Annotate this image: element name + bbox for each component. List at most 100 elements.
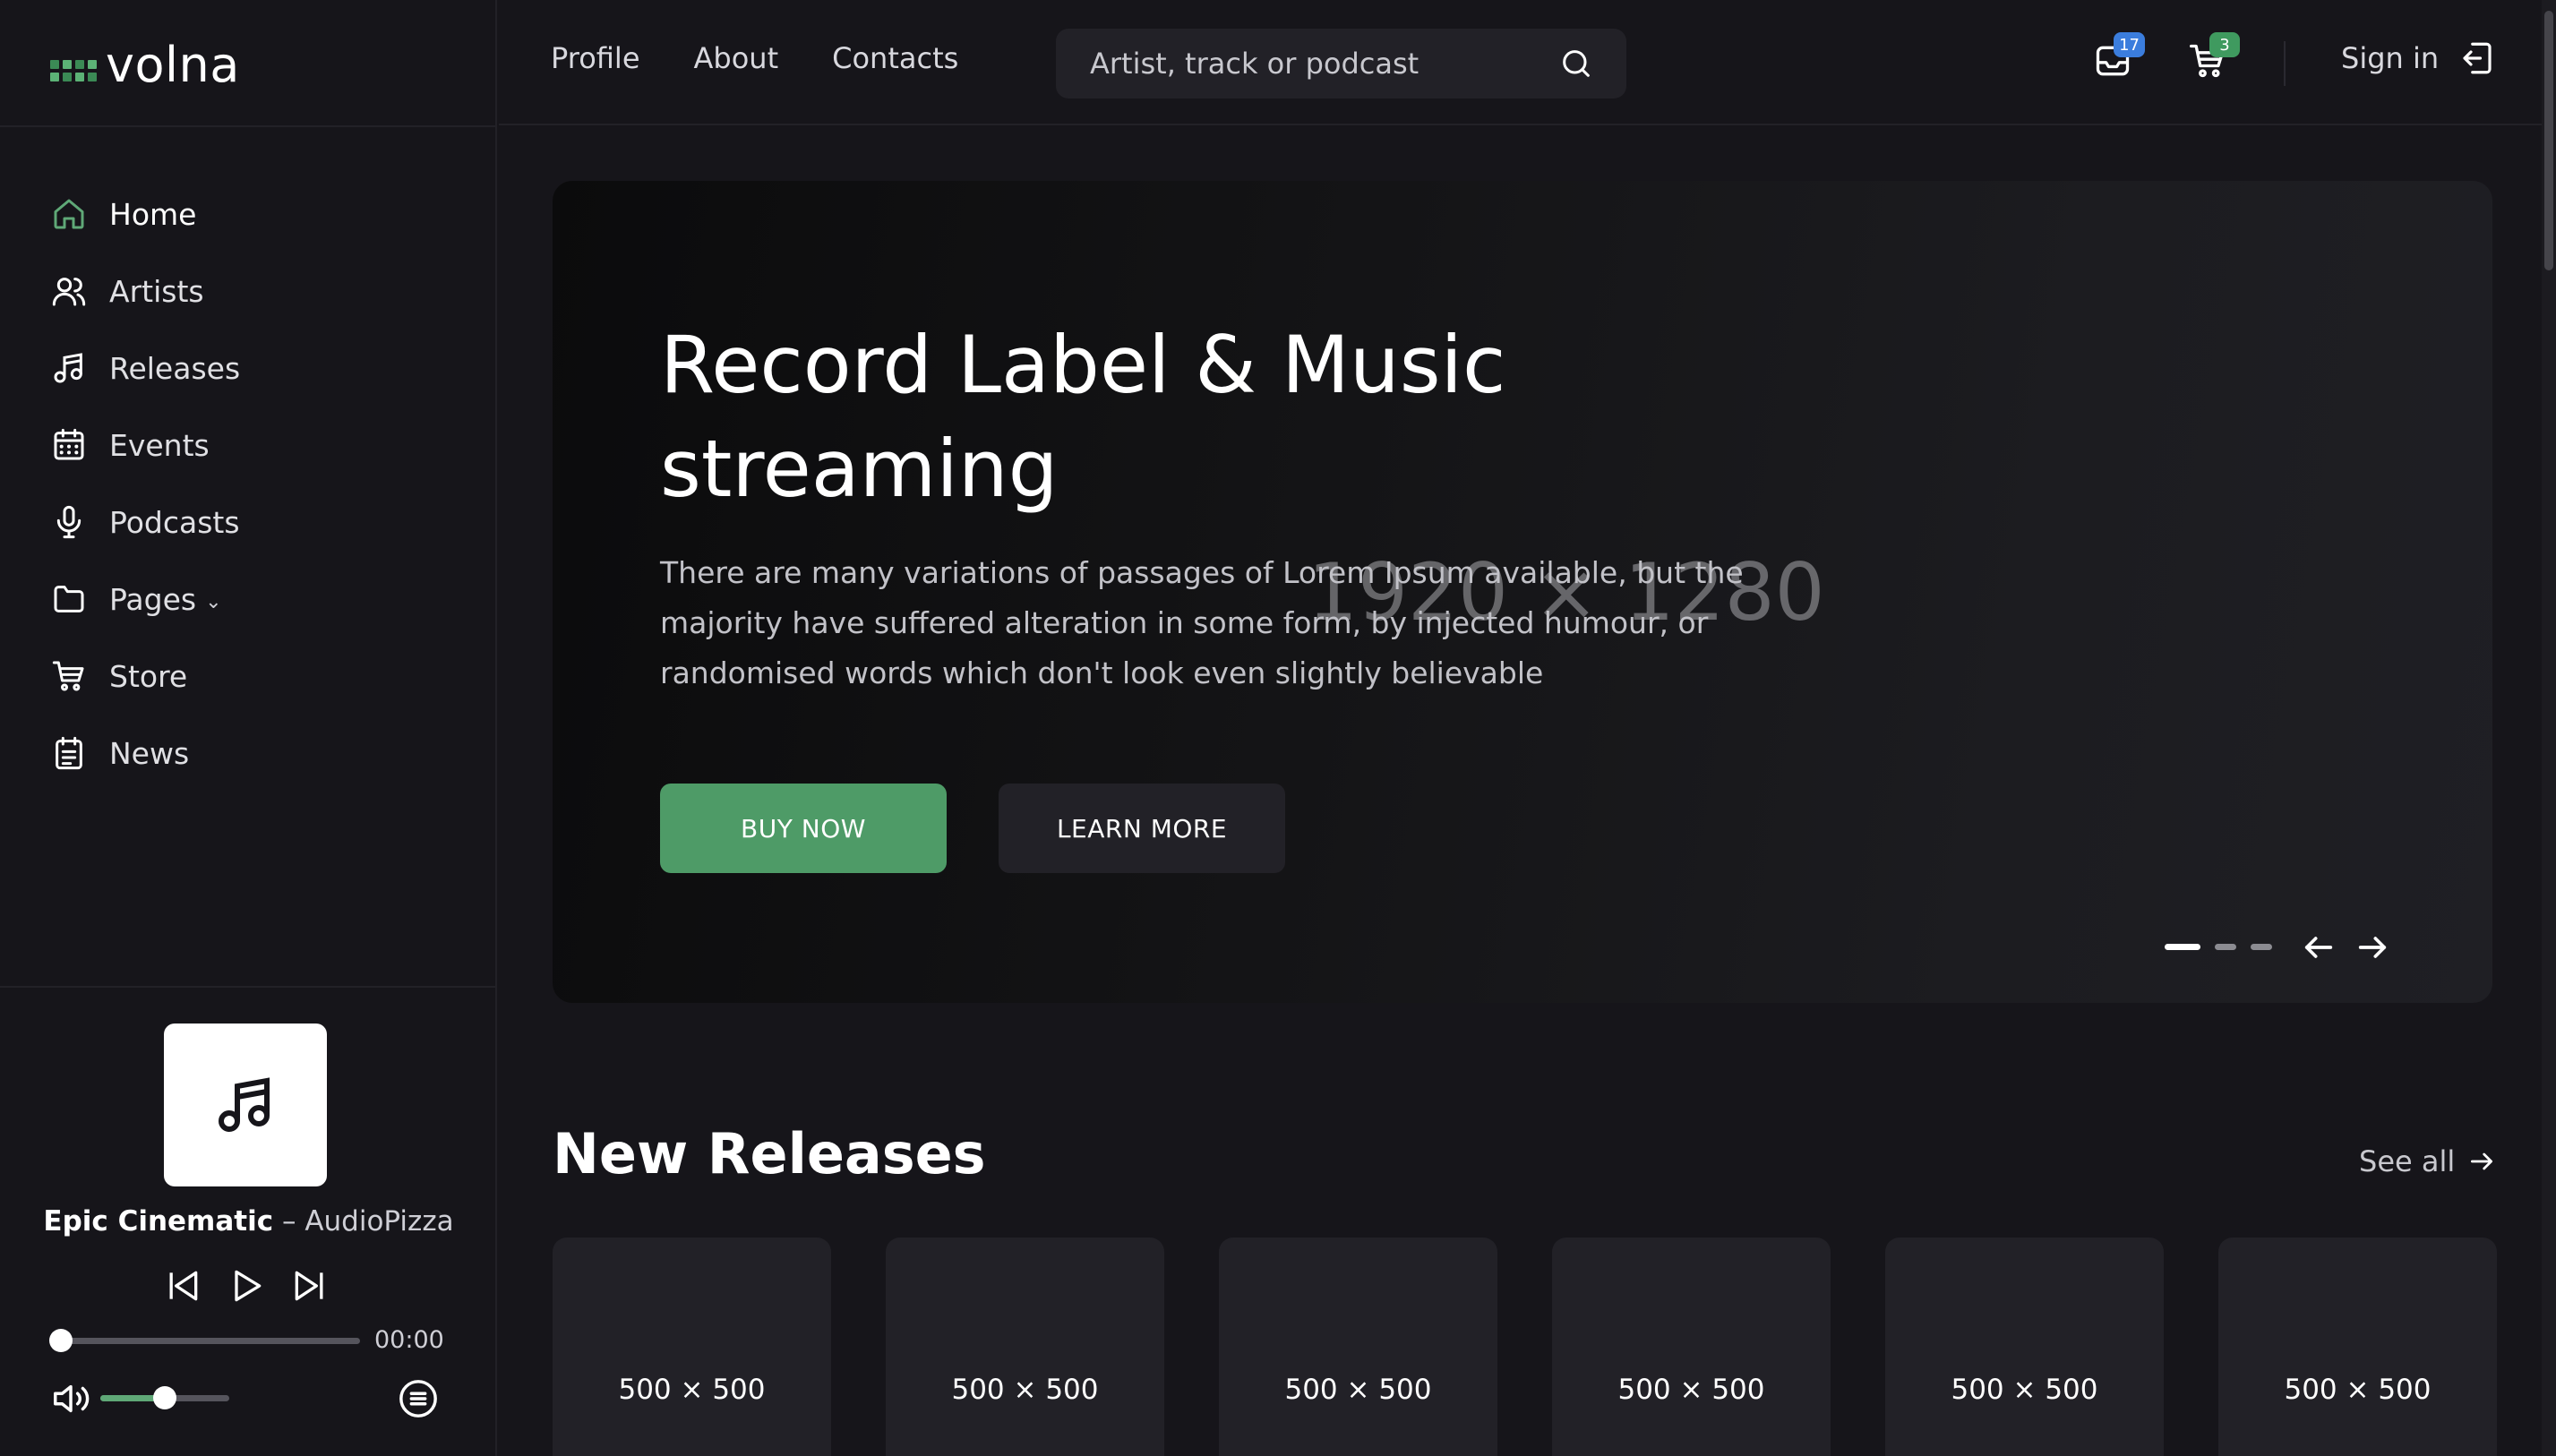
- sidebar-nav: Home Artists Releases Events Podcasts Pa…: [50, 176, 240, 792]
- hero-slider: 1920 × 1280 Record Label & Music streami…: [553, 181, 2492, 1003]
- slider-dot-2[interactable]: [2215, 944, 2236, 950]
- sidebar-item-label: Artists: [109, 273, 204, 309]
- track-time: 00:00: [374, 1326, 444, 1354]
- sidebar-item-artists[interactable]: Artists: [50, 253, 240, 330]
- slider-dots: [2165, 944, 2272, 950]
- sidebar-item-releases[interactable]: Releases: [50, 330, 240, 407]
- microphone-icon: [50, 503, 88, 541]
- search-bar: [1056, 29, 1626, 98]
- app-root: volna Home Artists Releases Events Podca…: [0, 0, 2556, 1456]
- chevron-down-icon: ⌄: [205, 590, 222, 613]
- cart-icon: [50, 657, 88, 695]
- slider-dot-1[interactable]: [2165, 944, 2200, 950]
- release-card-placeholder: 500 × 500: [618, 1374, 766, 1406]
- playlist-icon: [399, 1380, 437, 1417]
- search-input[interactable]: [1090, 47, 1556, 81]
- skip-forward-icon: [295, 1271, 323, 1301]
- previous-button[interactable]: [161, 1264, 204, 1307]
- sidebar-item-label: Releases: [109, 350, 241, 386]
- sign-in-button[interactable]: Sign in: [2341, 39, 2496, 77]
- volume-button[interactable]: [50, 1378, 91, 1419]
- release-card-placeholder: 500 × 500: [1284, 1374, 1432, 1406]
- release-card[interactable]: 500 × 500: [886, 1238, 1164, 1456]
- play-icon: [235, 1270, 262, 1302]
- sidebar-item-news[interactable]: News: [50, 715, 240, 792]
- arrow-right-icon: [2471, 1152, 2493, 1170]
- folder-icon: [50, 580, 88, 618]
- player-controls: [161, 1259, 331, 1313]
- top-header: Profile About Contacts 17 3 Sign in: [499, 0, 2556, 125]
- nav-link-about[interactable]: About: [694, 41, 779, 75]
- inbox-badge: 17: [2114, 32, 2145, 57]
- sidebar-item-store[interactable]: Store: [50, 638, 240, 715]
- slider-prev-button[interactable]: [2301, 929, 2337, 965]
- release-card[interactable]: 500 × 500: [1552, 1238, 1831, 1456]
- sidebar-item-pages[interactable]: Pages ⌄: [50, 561, 240, 638]
- sidebar-item-label: Store: [109, 658, 188, 694]
- users-icon: [50, 272, 88, 310]
- section-title-new-releases: New Releases: [553, 1121, 986, 1186]
- sidebar-item-label: Podcasts: [109, 504, 240, 540]
- sidebar-item-label: Events: [109, 427, 210, 463]
- next-button[interactable]: [288, 1264, 331, 1307]
- volume-icon: [54, 1384, 90, 1413]
- track-info: Epic Cinematic – AudioPizza: [0, 1205, 497, 1238]
- releases-row: 500 × 500 500 × 500 500 × 500 500 × 500 …: [553, 1238, 2497, 1456]
- skip-back-icon: [169, 1271, 198, 1301]
- sidebar-item-label: News: [109, 735, 190, 771]
- search-button[interactable]: [1558, 46, 1594, 81]
- slider-next-button[interactable]: [2354, 929, 2390, 965]
- sidebar-top-divider: [0, 125, 497, 127]
- slider-dot-3[interactable]: [2251, 944, 2272, 950]
- track-progress-slider[interactable]: [49, 1329, 360, 1352]
- logo[interactable]: volna: [50, 34, 240, 95]
- music-note-icon: [50, 349, 88, 387]
- track-cover: [164, 1023, 327, 1186]
- arrow-left-icon: [2304, 937, 2333, 958]
- audio-player: Epic Cinematic – AudioPizza 00:00: [0, 988, 497, 1456]
- release-card[interactable]: 500 × 500: [1885, 1238, 2164, 1456]
- learn-more-button[interactable]: LEARN MORE: [999, 784, 1285, 873]
- release-card-placeholder: 500 × 500: [1951, 1374, 2098, 1406]
- inbox-button[interactable]: 17: [2093, 32, 2145, 82]
- calendar-icon: [50, 426, 88, 464]
- volume-slider[interactable]: [100, 1386, 229, 1409]
- play-button[interactable]: [225, 1264, 268, 1307]
- header-separator: [2284, 41, 2286, 86]
- page-scrollbar-thumb[interactable]: [2544, 11, 2553, 270]
- arrow-right-icon: [2358, 937, 2387, 958]
- top-nav: Profile About Contacts: [551, 41, 958, 75]
- logo-mark-icon: [50, 60, 97, 81]
- sidebar: volna Home Artists Releases Events Podca…: [0, 0, 497, 1456]
- music-note-icon: [219, 1077, 270, 1132]
- home-icon: [50, 195, 88, 233]
- release-card[interactable]: 500 × 500: [553, 1238, 831, 1456]
- release-card-placeholder: 500 × 500: [2284, 1374, 2432, 1406]
- track-separator: –: [273, 1205, 305, 1238]
- logo-text: volna: [106, 36, 240, 93]
- buy-now-button[interactable]: BUY NOW: [660, 784, 947, 873]
- sign-in-label: Sign in: [2341, 41, 2440, 75]
- sign-in-icon: [2463, 42, 2492, 74]
- cart-badge: 3: [2209, 32, 2240, 57]
- nav-link-profile[interactable]: Profile: [551, 41, 640, 75]
- volume-thumb[interactable]: [153, 1386, 176, 1409]
- sidebar-item-label: Home: [109, 196, 197, 232]
- release-card[interactable]: 500 × 500: [2218, 1238, 2497, 1456]
- track-progress-thumb[interactable]: [49, 1329, 73, 1352]
- cart-button[interactable]: 3: [2188, 32, 2240, 82]
- sidebar-item-home[interactable]: Home: [50, 176, 240, 253]
- hero-title: Record Label & Music streaming: [660, 319, 1506, 515]
- nav-link-contacts[interactable]: Contacts: [832, 41, 958, 75]
- hero-description: There are many variations of passages of…: [660, 555, 1744, 690]
- release-card-placeholder: 500 × 500: [951, 1374, 1099, 1406]
- sidebar-item-podcasts[interactable]: Podcasts: [50, 484, 240, 561]
- playlist-button[interactable]: [398, 1378, 441, 1421]
- release-card[interactable]: 500 × 500: [1219, 1238, 1497, 1456]
- track-artist: AudioPizza: [304, 1205, 454, 1238]
- release-card-placeholder: 500 × 500: [1617, 1374, 1765, 1406]
- page-scrollbar[interactable]: [2542, 0, 2556, 1456]
- search-icon: [1563, 50, 1590, 77]
- see-all-link[interactable]: See all: [2359, 1144, 2496, 1178]
- sidebar-item-events[interactable]: Events: [50, 407, 240, 484]
